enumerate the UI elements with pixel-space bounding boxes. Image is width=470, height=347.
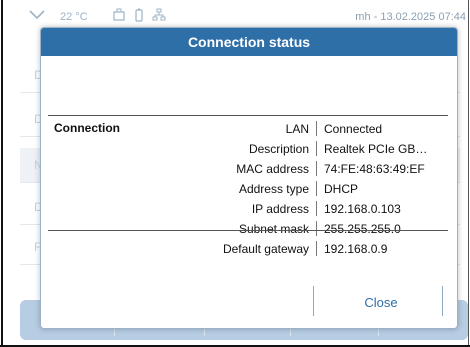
network-icon (152, 8, 166, 21)
info-row: IP address 192.168.0.103 (41, 199, 457, 219)
footer-divider (313, 286, 314, 316)
connection-status-dialog: Connection status Connection LAN Connect… (40, 27, 458, 329)
info-value: DHCP (324, 182, 359, 196)
column-divider (316, 181, 317, 196)
info-row: Subnet mask 255.255.255.0 (41, 219, 457, 239)
column-divider (316, 241, 317, 256)
info-value: Realtek PCIe GB… (324, 142, 428, 156)
info-value: Connected (324, 122, 383, 136)
column-divider (316, 161, 317, 176)
divider (48, 230, 448, 231)
chevron-down-icon[interactable] (28, 9, 46, 21)
device-icon (113, 8, 125, 21)
battery-icon (135, 8, 143, 22)
info-value: 74:FE:48:63:49:EF (324, 162, 425, 176)
column-divider (316, 121, 317, 136)
status-bar: 22 °C mh - 13.02.2025 07:44 (20, 6, 468, 26)
info-key: Subnet mask (238, 222, 309, 236)
column-divider (316, 141, 317, 156)
close-button[interactable]: Close (327, 288, 435, 316)
temperature-readout: 22 °C (60, 11, 88, 23)
info-row: LAN Connected (41, 119, 457, 139)
column-divider (316, 201, 317, 216)
column-divider (316, 221, 317, 236)
info-row: Description Realtek PCIe GB… (41, 139, 457, 159)
info-value: 192.168.0.9 (324, 242, 388, 256)
right-border (468, 0, 469, 347)
info-row: Address type DHCP (41, 179, 457, 199)
info-key: LAN (285, 122, 309, 136)
divider (48, 115, 448, 116)
info-value: 192.168.0.103 (324, 202, 401, 216)
info-key: Description (248, 142, 309, 156)
info-row: MAC address 74:FE:48:63:49:EF (41, 159, 457, 179)
info-value: 255.255.255.0 (324, 222, 401, 236)
datetime-readout: mh - 13.02.2025 07:44 (355, 11, 466, 23)
info-key: Address type (238, 182, 309, 196)
screen: 22 °C mh - 13.02.2025 07:44 D D N D F Co… (0, 0, 470, 347)
footer-divider (442, 286, 443, 316)
info-key: MAC address (236, 162, 309, 176)
info-key: IP address (251, 202, 309, 216)
left-border (1, 0, 3, 347)
info-row: Default gateway 192.168.0.9 (41, 239, 457, 259)
dialog-title: Connection status (41, 28, 457, 56)
info-key: Default gateway (222, 242, 309, 256)
